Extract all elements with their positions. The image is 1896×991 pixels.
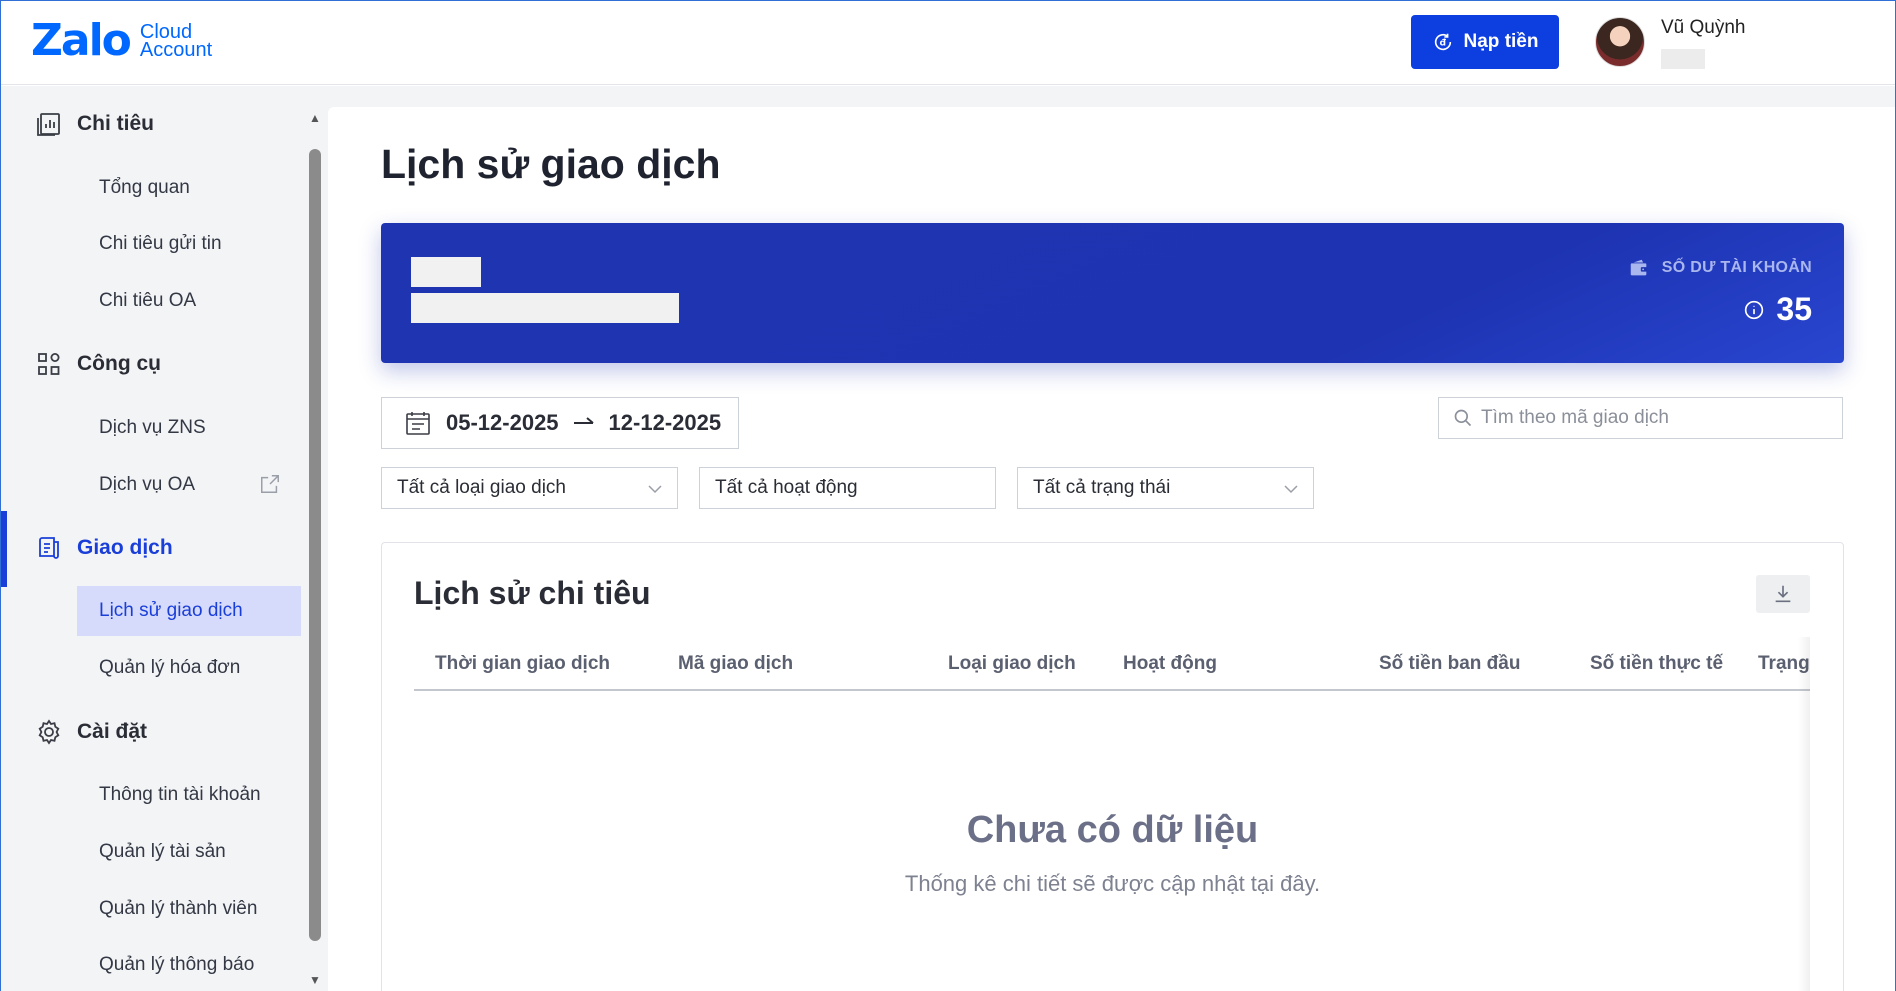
sidebar-item-label: Dịch vụ OA	[99, 474, 196, 495]
column-header-transaction-type[interactable]: Loại giao dịch	[948, 653, 1076, 675]
sidebar-item-tong-quan[interactable]: Tổng quan	[77, 163, 301, 213]
sidebar-section-cai-dat[interactable]: Cài đặt	[1, 703, 301, 761]
filter-activity[interactable]: Tất cả hoạt động	[699, 467, 996, 509]
calendar-icon	[406, 412, 430, 435]
date-range-picker[interactable]: 05-12-2025 12-12-2025	[381, 397, 739, 449]
sidebar-item-label: Thông tin tài khoản	[99, 784, 261, 805]
info-circle-icon[interactable]	[1744, 300, 1764, 320]
balance-card: SỐ DƯ TÀI KHOẢN 35	[381, 223, 1844, 363]
empty-state-title: Chưa có dữ liệu	[966, 809, 1259, 851]
scroll-up-arrow-icon[interactable]: ▲	[306, 109, 324, 127]
top-header: Zalo Cloud Account đ Nạp tiền Vũ Quỳnh	[1, 1, 1895, 85]
sidebar-scrollbar-thumb[interactable]	[309, 149, 321, 941]
arrow-right-icon	[573, 417, 594, 424]
logo-wordmark: Zalo	[31, 15, 132, 66]
balance-value: 35	[1744, 291, 1812, 328]
search-icon	[1454, 409, 1472, 427]
sidebar-item-label: Tổng quan	[99, 177, 190, 198]
sidebar-section-label: Giao dịch	[77, 536, 173, 559]
external-link-icon[interactable]	[259, 473, 281, 495]
user-subtitle-redacted	[1661, 49, 1705, 69]
svg-text:đ: đ	[1439, 38, 1446, 49]
account-name-redacted	[411, 257, 481, 287]
column-header-time[interactable]: Thời gian giao dịch	[435, 653, 610, 675]
account-id-redacted	[411, 293, 679, 323]
transaction-search-box[interactable]	[1438, 397, 1843, 439]
download-button[interactable]	[1756, 575, 1810, 613]
scroll-down-arrow-icon[interactable]: ▼	[306, 971, 324, 989]
logo-subtitle-line-2: Account	[139, 39, 213, 61]
grid-apps-icon	[38, 353, 60, 375]
balance-amount: 35	[1776, 291, 1812, 327]
sidebar-item-label: Quản lý thông báo	[99, 954, 255, 975]
receipt-icon	[39, 537, 59, 559]
sidebar-section-chi-tieu[interactable]: Chi tiêu	[1, 95, 301, 153]
sidebar-item-label: Chi tiêu OA	[99, 290, 197, 311]
sidebar-item-lich-su-giao-dich[interactable]: Lịch sử giao dịch	[77, 586, 301, 636]
gear-icon	[38, 719, 60, 745]
page-title: Lịch sử giao dịch	[381, 141, 721, 187]
sidebar-section-label: Chi tiêu	[77, 112, 154, 135]
date-range-start: 05-12-2025	[446, 410, 559, 435]
user-avatar[interactable]	[1595, 17, 1645, 67]
sidebar-item-quan-ly-tai-san[interactable]: Quản lý tài sản	[77, 827, 301, 877]
column-header-transaction-id[interactable]: Mã giao dịch	[678, 653, 793, 675]
zalo-cloud-logo[interactable]: Zalo Cloud Account	[31, 19, 212, 63]
filter-activity-value: Tất cả hoạt động	[715, 477, 858, 498]
balance-label-text: SỐ DƯ TÀI KHOẢN	[1661, 259, 1812, 276]
sidebar-item-thong-tin-tai-khoan[interactable]: Thông tin tài khoản	[77, 770, 301, 820]
empty-state-subtitle: Thống kê chi tiết sẽ được cập nhật tại đ…	[904, 871, 1321, 896]
sidebar-item-label: Chi tiêu gửi tin	[99, 233, 222, 254]
table-header-row: Thời gian giao dịch Mã giao dịch Loại gi…	[414, 637, 1810, 691]
column-header-actual-amount[interactable]: Số tiền thực tế	[1590, 653, 1723, 675]
table-title: Lịch sử chi tiêu	[414, 575, 651, 611]
sidebar-section-cong-cu[interactable]: Công cụ	[1, 335, 301, 393]
transaction-search-input[interactable]	[1481, 407, 1841, 429]
sidebar-item-label: Quản lý thành viên	[99, 898, 258, 919]
filter-status[interactable]: Tất cả trạng thái	[1017, 467, 1314, 509]
download-icon	[1775, 585, 1791, 603]
sidebar-item-dich-vu-zns[interactable]: Dịch vụ ZNS	[77, 403, 301, 453]
filter-transaction-type[interactable]: Tất cả loại giao dịch	[381, 467, 678, 509]
topup-button[interactable]: đ Nạp tiền	[1411, 15, 1559, 69]
filter-transaction-type-value: Tất cả loại giao dịch	[397, 477, 566, 498]
chevron-down-icon	[648, 485, 662, 494]
sidebar-item-label: Quản lý tài sản	[99, 841, 226, 862]
user-name[interactable]: Vũ Quỳnh	[1661, 17, 1746, 39]
topup-label: Nạp tiền	[1463, 31, 1539, 52]
sidebar-item-quan-ly-thong-bao[interactable]: Quản lý thông báo	[77, 940, 301, 990]
sidebar-item-label: Dịch vụ ZNS	[99, 417, 206, 438]
logo-subtitle: Cloud Account	[139, 22, 213, 61]
sidebar-item-quan-ly-thanh-vien[interactable]: Quản lý thành viên	[77, 884, 301, 934]
chevron-down-icon	[1284, 485, 1298, 494]
sidebar-item-chi-tieu-oa[interactable]: Chi tiêu OA	[77, 276, 301, 326]
sidebar-section-label: Cài đặt	[77, 720, 148, 743]
sidebar-item-chi-tieu-gui-tin[interactable]: Chi tiêu gửi tin	[77, 219, 301, 269]
balance-label: SỐ DƯ TÀI KHOẢN	[1628, 257, 1812, 279]
sidebar-item-label: Quản lý hóa đơn	[99, 657, 241, 678]
filter-status-value: Tất cả trạng thái	[1033, 477, 1171, 498]
column-header-initial-amount[interactable]: Số tiền ban đầu	[1379, 653, 1520, 675]
chart-report-icon	[37, 113, 60, 136]
sidebar-section-giao-dich[interactable]: Giao dịch	[1, 519, 301, 577]
date-range-end: 12-12-2025	[608, 410, 722, 435]
coin-refresh-icon: đ	[1434, 33, 1451, 51]
sidebar-item-label: Lịch sử giao dịch	[99, 600, 243, 621]
sidebar-section-label: Công cụ	[77, 352, 161, 375]
column-header-activity[interactable]: Hoạt động	[1123, 653, 1217, 675]
sidebar-item-quan-ly-hoa-don[interactable]: Quản lý hóa đơn	[77, 643, 301, 693]
wallet-icon	[1630, 259, 1648, 276]
